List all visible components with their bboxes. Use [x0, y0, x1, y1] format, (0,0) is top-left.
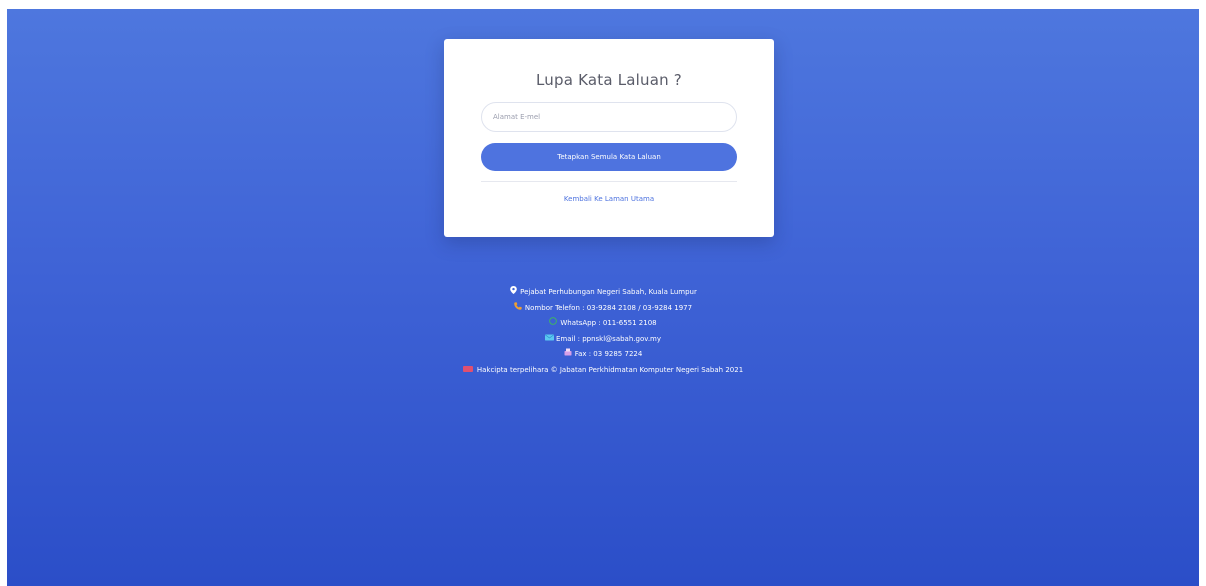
footer-fax-text: Fax : 03 9285 7224 — [574, 350, 643, 358]
footer-office-text: Pejabat Perhubungan Negeri Sabah, Kuala … — [520, 288, 697, 296]
footer-office: Pejabat Perhubungan Negeri Sabah, Kuala … — [7, 285, 1199, 301]
fax-icon — [564, 347, 572, 363]
whatsapp-icon — [549, 316, 558, 332]
footer-copyright-text: Hakcipta terpelihara © Jabatan Perkhidma… — [476, 365, 744, 374]
forgot-password-card: Lupa Kata Laluan ? Tetapkan Semula Kata … — [444, 39, 774, 237]
map-pin-icon — [509, 285, 517, 301]
footer-phone-text: Nombor Telefon : 03-9284 2108 / 03-9284 … — [524, 303, 693, 312]
footer-email: Email : ppnskl@sabah.gov.my — [7, 332, 1199, 348]
contact-footer: Pejabat Perhubungan Negeri Sabah, Kuala … — [7, 285, 1199, 378]
footer-copyright: Hakcipta terpelihara © Jabatan Perkhidma… — [7, 363, 1199, 379]
envelope-icon — [544, 332, 554, 348]
page-background: Lupa Kata Laluan ? Tetapkan Semula Kata … — [7, 9, 1199, 586]
reset-password-button[interactable]: Tetapkan Semula Kata Laluan — [481, 143, 737, 171]
footer-phone: Nombor Telefon : 03-9284 2108 / 03-9284 … — [7, 301, 1199, 317]
back-to-home-link[interactable]: Kembali Ke Laman Utama — [444, 195, 774, 203]
footer-whatsapp: WhatsApp : 011-6551 2108 — [7, 316, 1199, 332]
phone-icon — [514, 301, 522, 317]
footer-fax: Fax : 03 9285 7224 — [7, 347, 1199, 363]
footer-whatsapp-text: WhatsApp : 011-6551 2108 — [560, 319, 657, 327]
divider — [481, 181, 737, 182]
flag-icon — [462, 366, 473, 372]
email-field[interactable] — [481, 102, 737, 132]
page-title: Lupa Kata Laluan ? — [536, 71, 682, 89]
footer-email-text: Email : ppnskl@sabah.gov.my — [555, 334, 662, 343]
